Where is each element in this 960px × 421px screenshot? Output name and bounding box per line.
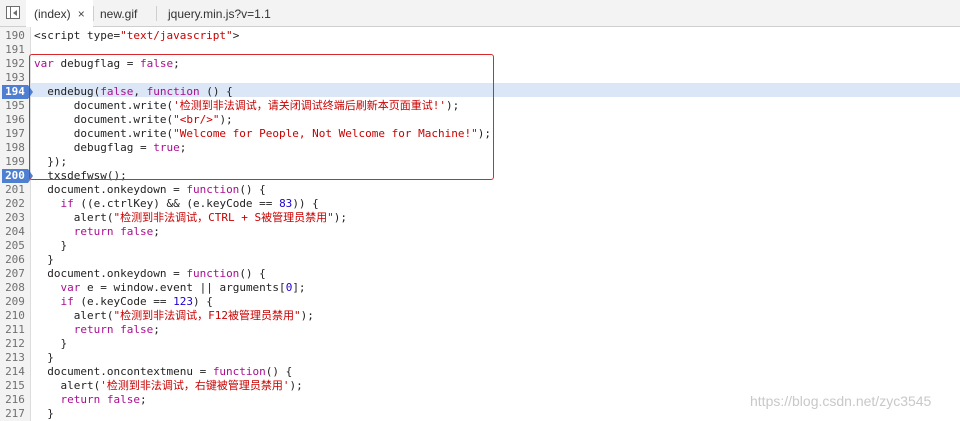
line-number[interactable]: 196 xyxy=(0,113,30,127)
watermark: https://blog.csdn.net/zyc3545 xyxy=(750,393,932,409)
line-number[interactable]: 199 xyxy=(0,155,30,169)
line-number[interactable]: 206 xyxy=(0,253,30,267)
line-number[interactable]: 205 xyxy=(0,239,30,253)
code-line: var e = window.event || arguments[0]; xyxy=(60,281,306,294)
line-number[interactable]: 202 xyxy=(0,197,30,211)
code-line: } xyxy=(34,407,54,420)
line-number[interactable]: 208 xyxy=(0,281,30,295)
line-number[interactable]: 203 xyxy=(0,211,30,225)
line-number[interactable]: 214 xyxy=(0,365,30,379)
line-number[interactable]: 216 xyxy=(0,393,30,407)
code-line: debugflag = true; xyxy=(34,141,187,154)
line-number[interactable]: 215 xyxy=(0,379,30,393)
code-line: var debugflag = false; xyxy=(34,57,180,70)
code-line: document.onkeydown = function() { xyxy=(34,267,266,280)
code-line: endebug(false, function () { xyxy=(34,85,233,98)
line-number-gutter[interactable]: 190 191 192 193 194 195 196 197 198 199 200 201 202 2… xyxy=(0,27,33,421)
tab-bar: (index) × new.gif jquery.min.js?v=1.1 xyxy=(0,0,960,27)
code-line: document.oncontextmenu = function() { xyxy=(34,365,293,378)
line-number[interactable]: 190 xyxy=(0,29,30,43)
code-line: return false; xyxy=(60,393,147,406)
toggle-navigator-icon[interactable] xyxy=(6,6,20,19)
code-line: alert('检测到非法调试，右键被管理员禁用'); xyxy=(34,379,303,392)
code-line: if (e.keyCode == 123) { xyxy=(60,295,213,308)
line-number[interactable]: 193 xyxy=(0,71,30,85)
tab-divider xyxy=(93,6,94,21)
code-line: document.onkeydown = function() { xyxy=(34,183,266,196)
code-line: return false; xyxy=(73,225,160,238)
line-number[interactable]: 192 xyxy=(0,57,30,71)
line-number[interactable]: 191 xyxy=(0,43,30,57)
line-number[interactable]: 198 xyxy=(0,141,30,155)
tab-divider xyxy=(156,6,157,21)
line-number[interactable]: 212 xyxy=(0,337,30,351)
code-line: return false; xyxy=(73,323,160,336)
tab-label: new.gif xyxy=(100,7,138,21)
line-number[interactable]: 211 xyxy=(0,323,30,337)
tab-new-gif[interactable]: new.gif xyxy=(100,0,137,27)
tab-label: jquery.min.js?v=1.1 xyxy=(168,7,271,21)
breakpoint-line-number[interactable]: 194 xyxy=(2,85,33,99)
line-number[interactable]: 195 xyxy=(0,99,30,113)
code-line: document.write('检测到非法调试，请关闭调试终端后刷新本页面重试!… xyxy=(34,99,460,112)
line-number[interactable]: 204 xyxy=(0,225,30,239)
code-line: } xyxy=(34,337,68,350)
breakpoint-line-number[interactable]: 200 xyxy=(2,169,33,183)
code-line: }); xyxy=(34,155,68,168)
code-line: document.write("Welcome for People, Not … xyxy=(34,127,491,140)
line-number[interactable]: 207 xyxy=(0,267,30,281)
line-number[interactable]: 213 xyxy=(0,351,30,365)
source-code-editor[interactable]: <script type="text/javascript"> var debug… xyxy=(34,27,960,421)
line-number[interactable]: 210 xyxy=(0,309,30,323)
code-line: txsdefwsw(); xyxy=(34,169,127,182)
line-number[interactable]: 197 xyxy=(0,127,30,141)
code-line: alert("检测到非法调试，CTRL + S被管理员禁用"); xyxy=(34,211,347,224)
tab-jquery-min-js[interactable]: jquery.min.js?v=1.1 xyxy=(168,0,271,27)
line-number[interactable]: 209 xyxy=(0,295,30,309)
close-tab-icon[interactable]: × xyxy=(78,7,85,21)
code-line: } xyxy=(34,253,54,266)
tab-index[interactable]: (index) × xyxy=(26,0,93,27)
code-line: } xyxy=(34,239,68,252)
line-number[interactable]: 217 xyxy=(0,407,30,421)
code-line: alert("检测到非法调试，F12被管理员禁用"); xyxy=(34,309,314,322)
line-number[interactable]: 201 xyxy=(0,183,30,197)
code-line: if ((e.ctrlKey) && (e.keyCode == 83)) { xyxy=(60,197,319,210)
tab-label: (index) xyxy=(34,7,71,21)
code-line: document.write("<br/>"); xyxy=(34,113,233,126)
code-line: <script type="text/javascript"> xyxy=(34,29,240,42)
code-line: } xyxy=(34,351,54,364)
